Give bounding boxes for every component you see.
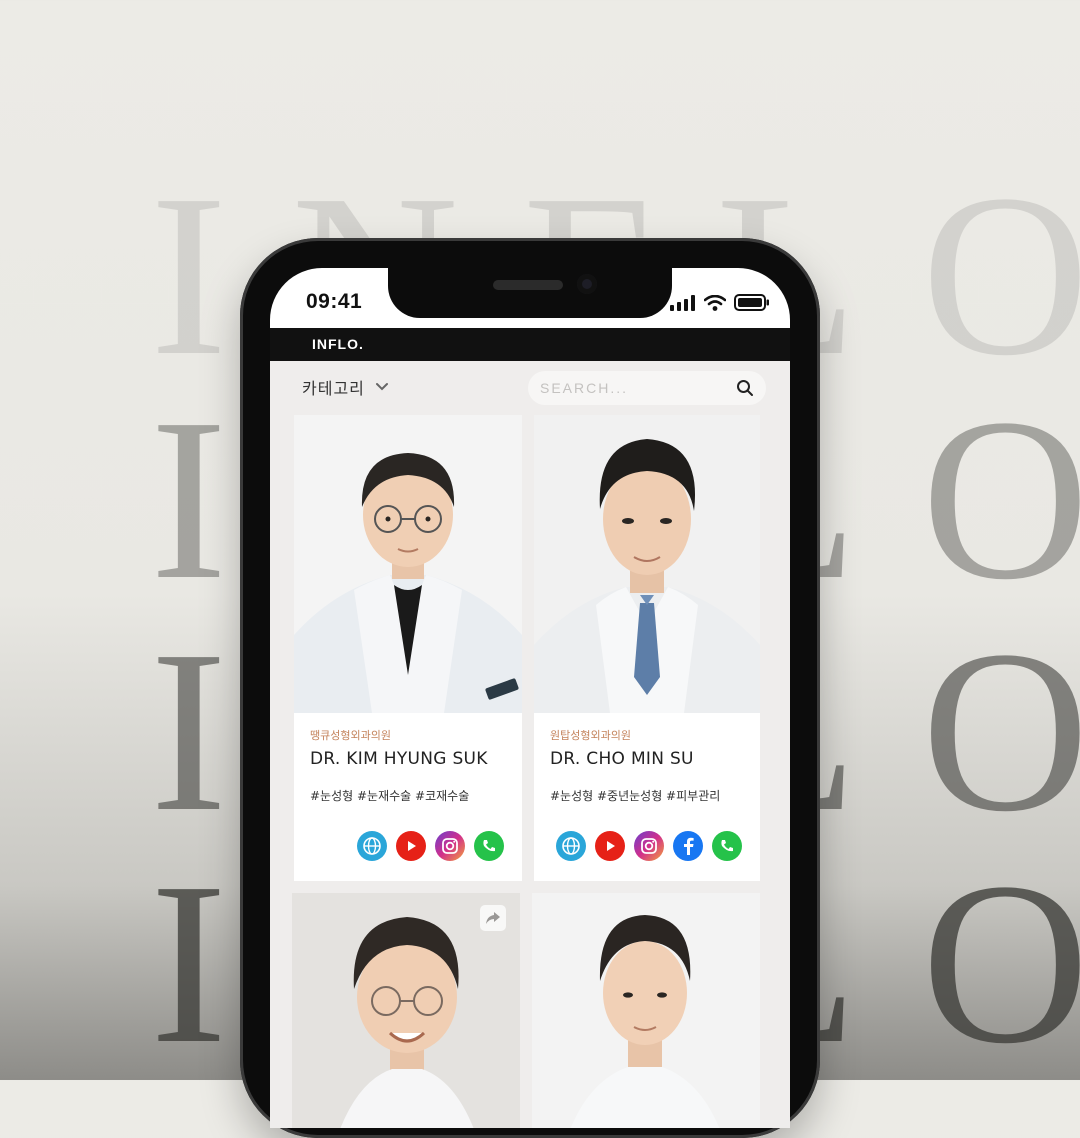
search-placeholder: SEARCH... [540,380,629,396]
phone-notch [388,268,672,318]
phone-icon[interactable] [712,831,742,861]
brand-logo[interactable]: INFLO. [312,336,364,352]
instagram-icon[interactable] [634,831,664,861]
doctor-card[interactable]: 원탑성형외과의원 DR. CHO MIN SU #눈성형 #중년눈성형 #피부관… [534,415,760,881]
specialty-tags: #눈성형 #눈재수술 #코재수술 [310,789,470,803]
share-button[interactable] [480,905,506,931]
globe-icon[interactable] [556,831,586,861]
specialty-tags: #눈성형 #중년눈성형 #피부관리 [550,789,721,803]
phone-icon[interactable] [474,831,504,861]
category-label: 카테고리 [302,379,365,398]
doctor-photo[interactable] [532,893,760,1128]
youtube-icon[interactable] [595,831,625,861]
social-links [556,831,742,861]
status-time: 09:41 [306,290,363,313]
doctor-card[interactable] [532,893,760,1128]
doctor-card[interactable] [292,893,520,1128]
youtube-icon[interactable] [396,831,426,861]
search-input[interactable]: SEARCH... [528,371,766,405]
doctor-name[interactable]: DR. KIM HYUNG SUK [310,749,488,769]
hospital-name: 땡큐성형외과의원 [310,729,391,742]
doctor-card[interactable]: 땡큐성형외과의원 DR. KIM HYUNG SUK #눈성형 #눈재수술 #코… [294,415,522,881]
speaker-grille [493,280,563,290]
status-icons [670,294,770,311]
share-icon [486,912,500,924]
signal-icon [670,294,695,311]
category-dropdown[interactable]: 카테고리 [302,375,389,399]
chevron-down-icon [375,383,388,391]
wifi-icon [704,294,726,311]
instagram-icon[interactable] [435,831,465,861]
doctor-photo[interactable] [534,415,760,713]
front-camera [577,274,597,294]
phone-frame: 09:41 INFLO. 카테고리 SEARCH... 땡큐성형외과의원 DR.… [240,238,820,1138]
social-links [357,831,504,861]
search-icon[interactable] [736,379,754,397]
globe-icon[interactable] [357,831,387,861]
doctor-photo[interactable] [294,415,522,713]
facebook-icon[interactable] [673,831,703,861]
hospital-name: 원탑성형외과의원 [550,729,631,742]
battery-icon [734,294,769,311]
app-header: INFLO. [270,328,790,361]
main-content: 카테고리 SEARCH... 땡큐성형외과의원 DR. KIM HYUNG SU… [270,361,790,1128]
doctor-name[interactable]: DR. CHO MIN SU [550,749,694,769]
phone-screen: 09:41 INFLO. 카테고리 SEARCH... 땡큐성형외과의원 DR.… [270,268,790,1128]
